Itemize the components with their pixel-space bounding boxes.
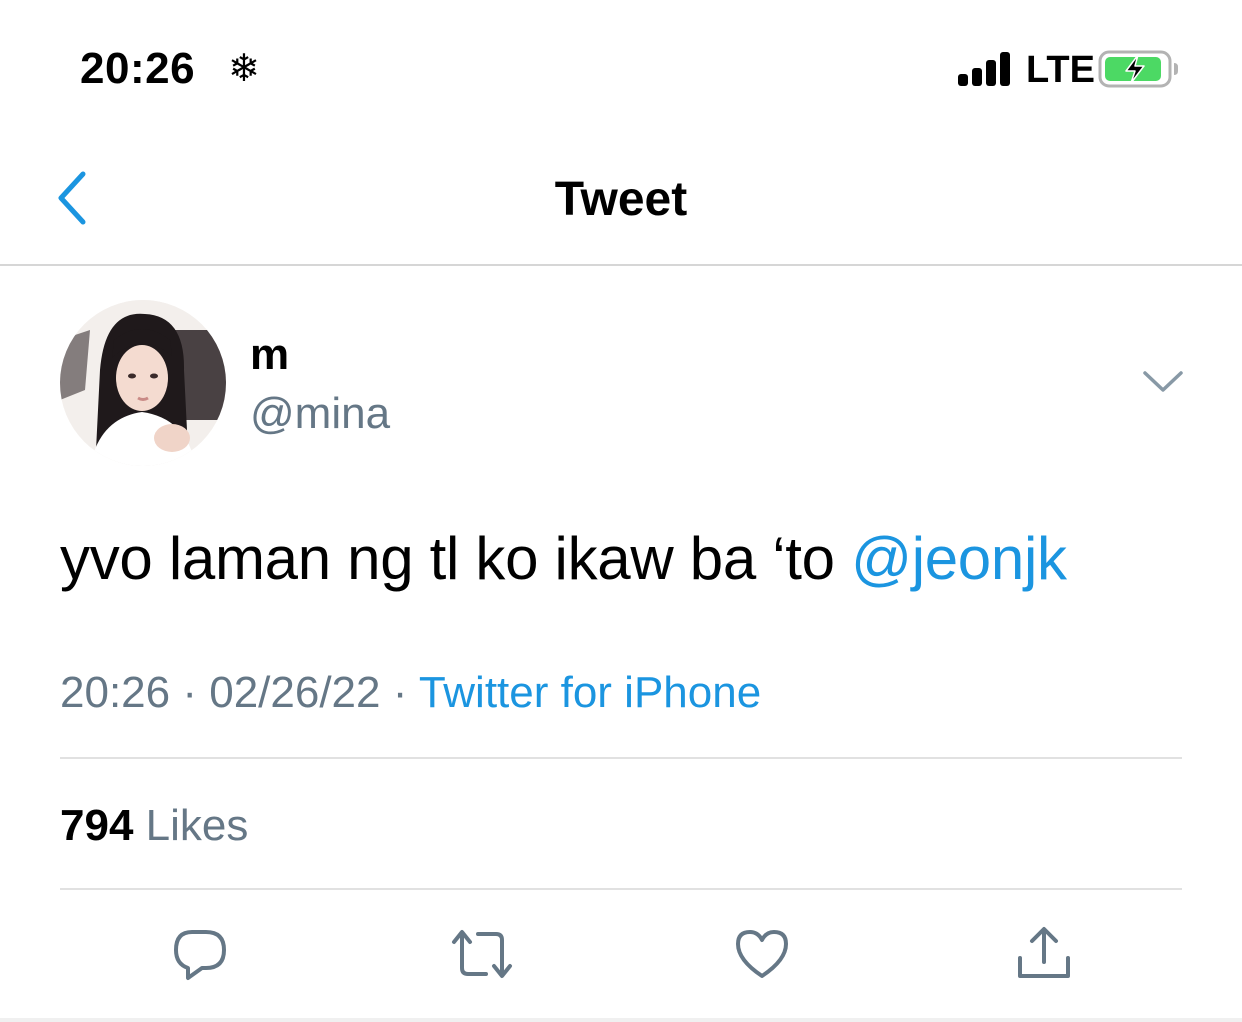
likes-count: 794 [60,801,134,850]
mention-link[interactable]: @jeonjk [851,525,1067,592]
reply-button[interactable] [168,922,232,986]
retweet-icon [452,930,512,978]
chevron-down-icon [1143,371,1183,392]
reply-icon [174,930,226,980]
tweet-meta: 20:26 · 02/26/22 · Twitter for iPhone [60,666,761,720]
display-name[interactable]: m [250,330,289,380]
tweet-source-link[interactable]: Twitter for iPhone [419,668,761,717]
like-icon [736,930,788,978]
page-title: Tweet [554,173,688,226]
meta-separator: · [380,668,419,717]
likes-summary[interactable]: 794 Likes [60,800,248,852]
like-button[interactable] [730,922,794,986]
tweet-date: 02/26/22 [209,668,381,717]
share-button[interactable] [1012,922,1076,986]
tweet-time: 20:26 [60,668,171,717]
tweet-options-button[interactable] [1140,364,1186,400]
network-type: LTE [1026,49,1095,91]
divider [60,757,1182,759]
snowflake-icon: ❄ [228,46,260,90]
share-icon [1018,927,1070,978]
battery-charging-icon [1098,49,1180,89]
nav-divider [0,264,1242,266]
divider [60,888,1182,890]
bottom-divider [0,1018,1242,1022]
retweet-button[interactable] [450,922,514,986]
likes-label: Likes [145,801,249,850]
meta-separator: · [170,668,210,717]
cellular-signal-icon [958,52,1016,86]
avatar[interactable] [60,300,226,466]
tweet-text: yvo laman ng tl ko ikaw ba ‘to @jeonjk [60,524,1067,594]
user-handle[interactable]: @mina [250,388,390,440]
status-time: 20:26 [80,44,196,93]
tweet-text-body: yvo laman ng tl ko ikaw ba ‘to [60,525,852,592]
